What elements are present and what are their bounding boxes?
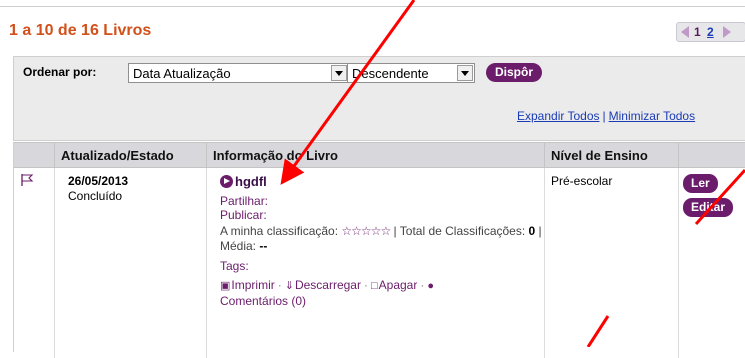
- table-row: 26/05/2013 Concluído hgdfl Partilhar: Pu…: [14, 168, 745, 358]
- download-label: Descarregar: [294, 278, 361, 292]
- chevron-down-icon[interactable]: [331, 65, 347, 81]
- top-divider: [0, 6, 745, 7]
- print-label: Imprimir: [231, 278, 275, 292]
- rating-info: A minha classificação: ☆☆☆☆☆ | Total de …: [220, 224, 550, 254]
- expand-collapse-links: Expandir Todos | Minimizar Todos: [517, 109, 695, 123]
- education-level: Pré-escolar: [551, 174, 613, 188]
- print-action[interactable]: ▣Imprimir: [220, 278, 275, 292]
- updated-date: 26/05/2013: [68, 174, 129, 188]
- chevron-down-icon[interactable]: [457, 65, 473, 81]
- col-header-level[interactable]: Nível de Ensino: [544, 143, 678, 167]
- action-separator: ·: [363, 278, 368, 292]
- download-action[interactable]: ⇓Descarregar: [285, 278, 361, 292]
- delete-label: Apagar: [378, 278, 418, 292]
- col-header-updated-status[interactable]: Atualizado/Estado: [54, 143, 206, 167]
- column-divider: [678, 168, 679, 358]
- col-header-actions: [678, 143, 745, 167]
- total-ratings-value: 0: [528, 224, 536, 238]
- sort-order-value: Descendente: [352, 66, 429, 81]
- tags-link[interactable]: Tags:: [220, 259, 550, 273]
- edit-button[interactable]: Editar: [683, 198, 734, 217]
- delete-action[interactable]: □Apagar: [371, 278, 417, 292]
- total-ratings-label: | Total de Classificações:: [393, 224, 526, 238]
- prev-page-icon[interactable]: [681, 26, 689, 38]
- book-actions: ▣Imprimir · ⇓Descarregar · □Apagar · ●: [220, 278, 550, 294]
- expand-all-link[interactable]: Expandir Todos: [517, 109, 600, 123]
- column-divider: [206, 168, 207, 358]
- links-separator: |: [602, 109, 606, 123]
- trash-icon: □: [370, 280, 378, 292]
- book-title-row: hgdfl: [220, 174, 550, 189]
- page-2-link[interactable]: 2: [707, 25, 714, 39]
- download-icon: ⇓: [284, 280, 294, 292]
- rating-stars[interactable]: ☆☆☆☆☆: [341, 224, 391, 238]
- comments-link[interactable]: Comentários (0): [220, 294, 550, 309]
- comment-icon: ●: [427, 280, 434, 292]
- book-status: Concluído: [68, 189, 123, 203]
- flag-icon[interactable]: [20, 173, 34, 187]
- print-icon: ▣: [220, 280, 231, 292]
- page-1-current: 1: [694, 25, 701, 39]
- sort-order-select[interactable]: Descendente: [347, 63, 475, 83]
- action-separator: ·: [420, 278, 425, 292]
- share-link[interactable]: Partilhar:: [220, 194, 550, 208]
- action-separator: ·: [277, 278, 282, 292]
- average-value: --: [259, 239, 268, 253]
- column-divider: [54, 168, 55, 358]
- results-count-title: 1 a 10 de 16 Livros: [9, 22, 152, 39]
- book-title[interactable]: hgdfl: [235, 174, 267, 189]
- sort-field-select[interactable]: Data Atualização: [128, 63, 349, 83]
- next-page-icon[interactable]: [723, 26, 731, 38]
- pager: 1 2: [676, 22, 745, 42]
- sort-by-label: Ordenar por:: [23, 65, 97, 79]
- table-header: Atualizado/Estado Informação do Livro Ní…: [14, 142, 745, 168]
- play-icon[interactable]: [220, 175, 233, 188]
- col-header-book-info[interactable]: Informação do Livro: [206, 143, 544, 167]
- book-info: hgdfl Partilhar: Publicar: A minha class…: [220, 174, 550, 309]
- books-table: Atualizado/Estado Informação do Livro Ní…: [13, 142, 745, 358]
- apply-sort-button[interactable]: Dispôr: [486, 63, 543, 82]
- sort-field-value: Data Atualização: [133, 66, 231, 81]
- sort-panel: Ordenar por: Data Atualização Descendent…: [13, 56, 745, 141]
- publish-link[interactable]: Publicar:: [220, 208, 550, 222]
- comment-action[interactable]: ●: [427, 278, 435, 292]
- collapse-all-link[interactable]: Minimizar Todos: [609, 109, 695, 123]
- my-rating-label: A minha classificação:: [220, 224, 339, 238]
- read-button[interactable]: Ler: [683, 174, 718, 193]
